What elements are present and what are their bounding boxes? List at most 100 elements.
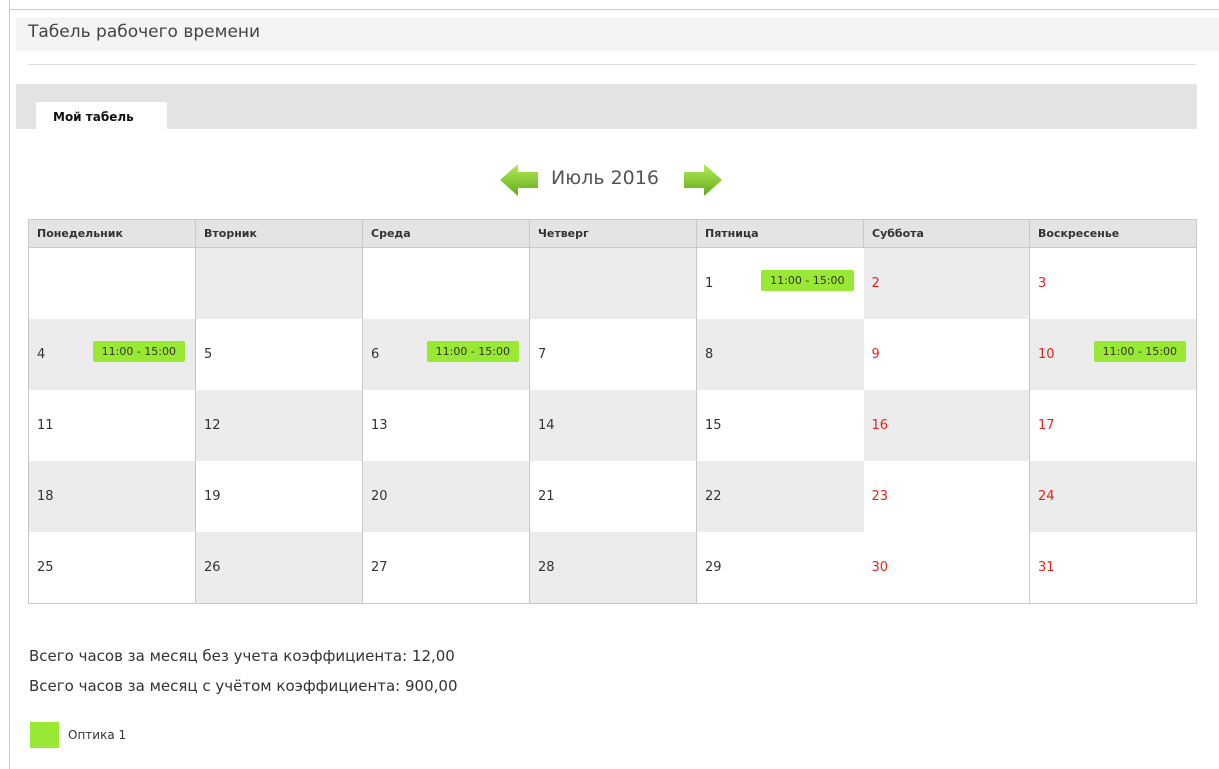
tab-my-timesheet[interactable]: Мой табель (36, 102, 167, 129)
arrow-left-icon[interactable] (498, 160, 540, 204)
day-cell[interactable]: 22 (696, 461, 864, 532)
month-navigation: Июль 2016 (0, 160, 1219, 202)
weekday-header: Воскресенье (1029, 219, 1197, 248)
tabs-bar: Мой табель (16, 84, 1197, 129)
title-bar: Табель рабочего времени (16, 18, 1219, 51)
day-number: 24 (1038, 489, 1055, 504)
day-cell[interactable] (529, 247, 697, 319)
day-cell[interactable]: 19 (195, 461, 363, 532)
day-cell[interactable]: 17 (1029, 390, 1197, 461)
frame-border-top (9, 9, 1219, 10)
day-number: 5 (204, 347, 213, 362)
week-row: 1 11:00 - 15:00 2 3 (28, 247, 1197, 319)
total-with-coefficient: Всего часов за месяц с учётом коэффициен… (29, 677, 458, 695)
day-cell[interactable]: 18 (28, 461, 196, 532)
weekday-header: Понедельник (28, 219, 196, 248)
day-cell[interactable]: 27 (362, 532, 530, 604)
day-cell[interactable]: 4 11:00 - 15:00 (28, 319, 196, 390)
day-number: 13 (371, 418, 388, 433)
day-cell[interactable]: 5 (195, 319, 363, 390)
day-cell[interactable]: 7 (529, 319, 697, 390)
calendar-table: Понедельник Вторник Среда Четверг Пятниц… (28, 219, 1197, 604)
day-number: 20 (371, 489, 388, 504)
day-cell[interactable]: 15 (696, 390, 864, 461)
day-cell[interactable]: 14 (529, 390, 697, 461)
day-cell[interactable]: 24 (1029, 461, 1197, 532)
day-cell[interactable]: 2 (863, 247, 1030, 319)
day-cell[interactable] (195, 247, 363, 319)
month-label: Июль 2016 (551, 167, 659, 189)
day-number: 16 (871, 418, 889, 433)
shift-badge[interactable]: 11:00 - 15:00 (761, 270, 854, 291)
day-number: 7 (538, 347, 547, 362)
day-number: 18 (37, 489, 54, 504)
day-number: 21 (538, 489, 555, 504)
day-number: 28 (538, 560, 555, 575)
shift-badge[interactable]: 11:00 - 15:00 (426, 341, 519, 362)
day-number: 9 (871, 347, 880, 362)
day-cell[interactable]: 29 (696, 532, 864, 604)
day-number: 6 (371, 347, 380, 362)
day-number: 29 (705, 560, 722, 575)
totals-block: Всего часов за месяц без учета коэффицие… (29, 641, 458, 701)
weekday-header: Вторник (195, 219, 363, 248)
day-number: 19 (204, 489, 221, 504)
day-number: 4 (37, 347, 46, 362)
frame-border-left (9, 0, 10, 769)
shift-badge[interactable]: 11:00 - 15:00 (92, 341, 185, 362)
day-cell[interactable]: 26 (195, 532, 363, 604)
weekday-header: Среда (362, 219, 530, 248)
day-cell[interactable]: 9 (863, 319, 1030, 390)
day-number: 30 (871, 560, 889, 575)
day-number: 8 (705, 347, 714, 362)
day-cell[interactable]: 1 11:00 - 15:00 (696, 247, 864, 319)
day-cell[interactable]: 20 (362, 461, 530, 532)
day-cell[interactable]: 3 (1029, 247, 1197, 319)
day-number: 10 (1038, 347, 1055, 362)
weekday-header: Суббота (863, 219, 1030, 248)
day-number: 12 (204, 418, 221, 433)
week-row: 4 11:00 - 15:00 5 6 11:00 - 15:00 7 8 9 … (28, 319, 1197, 390)
day-cell[interactable]: 8 (696, 319, 864, 390)
total-without-coefficient: Всего часов за месяц без учета коэффицие… (29, 647, 455, 665)
day-cell[interactable]: 10 11:00 - 15:00 (1029, 319, 1197, 390)
day-number: 1 (705, 276, 714, 291)
weekday-header: Четверг (529, 219, 697, 248)
weekday-header: Пятница (696, 219, 864, 248)
day-cell[interactable]: 11 (28, 390, 196, 461)
day-number: 31 (1038, 560, 1055, 575)
day-number: 2 (871, 276, 880, 291)
day-number: 25 (37, 560, 54, 575)
legend-swatch (30, 722, 59, 748)
day-number: 14 (538, 418, 555, 433)
day-cell[interactable]: 16 (863, 390, 1030, 461)
day-number: 23 (871, 489, 889, 504)
weekday-header-row: Понедельник Вторник Среда Четверг Пятниц… (28, 219, 1197, 248)
week-row: 25 26 27 28 29 30 31 (28, 532, 1197, 604)
day-number: 26 (204, 560, 221, 575)
day-number: 27 (371, 560, 388, 575)
legend-label: Оптика 1 (68, 728, 127, 742)
week-row: 18 19 20 21 22 23 24 (28, 461, 1197, 532)
day-cell[interactable] (362, 247, 530, 319)
day-cell[interactable]: 30 (863, 532, 1030, 604)
day-cell[interactable]: 6 11:00 - 15:00 (362, 319, 530, 390)
day-cell[interactable]: 12 (195, 390, 363, 461)
day-number: 3 (1038, 276, 1047, 291)
day-number: 22 (705, 489, 722, 504)
shift-badge[interactable]: 11:00 - 15:00 (1093, 341, 1186, 362)
day-cell[interactable]: 21 (529, 461, 697, 532)
title-divider (28, 64, 1196, 65)
day-number: 17 (1038, 418, 1055, 433)
week-row: 11 12 13 14 15 16 17 (28, 390, 1197, 461)
day-number: 11 (37, 418, 54, 433)
day-cell[interactable]: 31 (1029, 532, 1197, 604)
page-title: Табель рабочего времени (28, 22, 261, 42)
arrow-right-icon[interactable] (682, 160, 724, 204)
day-cell[interactable]: 28 (529, 532, 697, 604)
day-cell[interactable]: 23 (863, 461, 1030, 532)
day-cell[interactable]: 13 (362, 390, 530, 461)
day-cell[interactable] (28, 247, 196, 319)
day-cell[interactable]: 25 (28, 532, 196, 604)
day-number: 15 (705, 418, 722, 433)
